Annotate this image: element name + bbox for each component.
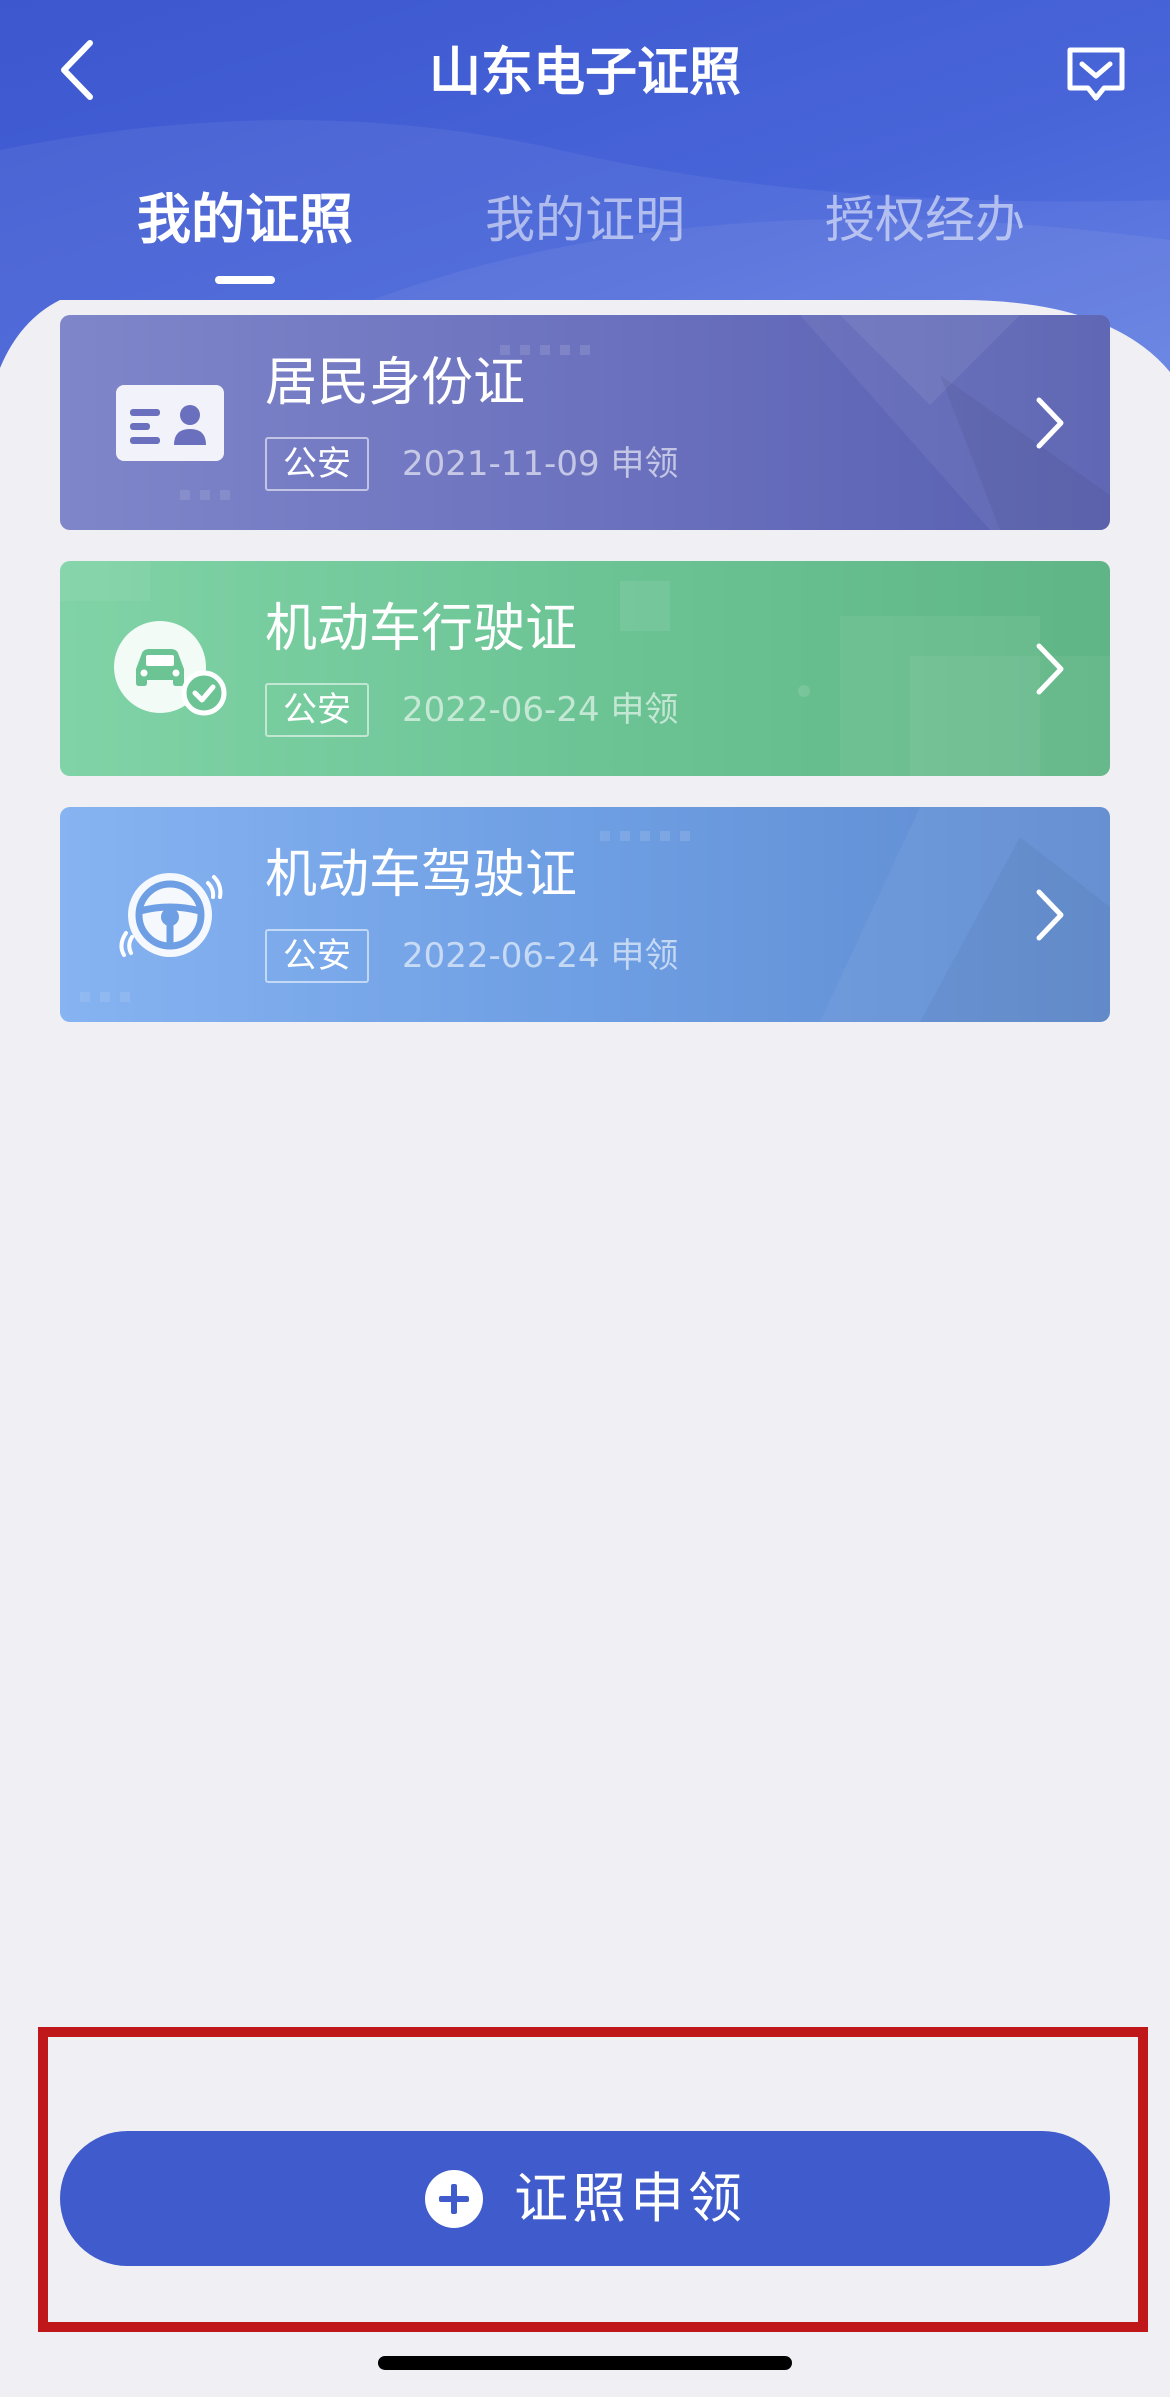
apply-date: 2022-06-24 申领 — [402, 936, 679, 976]
tab-label: 我的证明 — [485, 191, 685, 249]
id-card-icon — [116, 384, 224, 461]
apply-date: 2021-11-09 申领 — [402, 444, 679, 484]
issuer-tag: 公安 — [265, 929, 369, 983]
back-button[interactable] — [36, 30, 116, 110]
apply-button-label: 证照申领 — [514, 2166, 746, 2230]
apply-date: 2022-06-24 申领 — [402, 690, 679, 730]
car-check-icon — [114, 620, 227, 715]
message-box-icon — [1067, 47, 1125, 101]
chevron-right-icon — [1020, 877, 1080, 952]
tab-label: 我的证照 — [137, 188, 353, 251]
chevron-left-icon — [61, 40, 93, 100]
tab-my-licenses[interactable]: 我的证照 — [95, 180, 395, 260]
license-card-id[interactable]: 居民身份证 公安 2021-11-09 申领 — [60, 315, 1110, 530]
tab-active-indicator — [215, 276, 275, 284]
chevron-right-icon — [1020, 631, 1080, 706]
license-apply-button[interactable]: 证照申领 — [60, 2131, 1110, 2266]
license-icon-wrap — [105, 365, 235, 480]
chevron-right-icon — [1020, 385, 1080, 460]
tab-authorized-handling[interactable]: 授权经办 — [775, 180, 1075, 260]
message-button[interactable] — [1056, 34, 1136, 114]
license-name: 机动车驾驶证 — [265, 845, 578, 905]
tab-label: 授权经办 — [825, 191, 1025, 249]
license-card-driver[interactable]: 机动车驾驶证 公安 2022-06-24 申领 — [60, 807, 1110, 1022]
license-icon-wrap — [105, 611, 235, 726]
license-icon-wrap — [105, 857, 235, 972]
plus-circle-icon — [424, 2169, 484, 2229]
tab-my-certificates[interactable]: 我的证明 — [435, 180, 735, 260]
issuer-tag: 公安 — [265, 437, 369, 491]
steering-wheel-icon — [119, 872, 223, 957]
page-title-text: 山东电子证照 — [428, 43, 741, 103]
issuer-tag: 公安 — [265, 683, 369, 737]
license-name: 居民身份证 — [265, 353, 526, 413]
license-name: 机动车行驶证 — [265, 599, 578, 659]
home-indicator[interactable] — [378, 2356, 792, 2370]
license-card-vehicle[interactable]: 机动车行驶证 公安 2022-06-24 申领 — [60, 561, 1110, 776]
